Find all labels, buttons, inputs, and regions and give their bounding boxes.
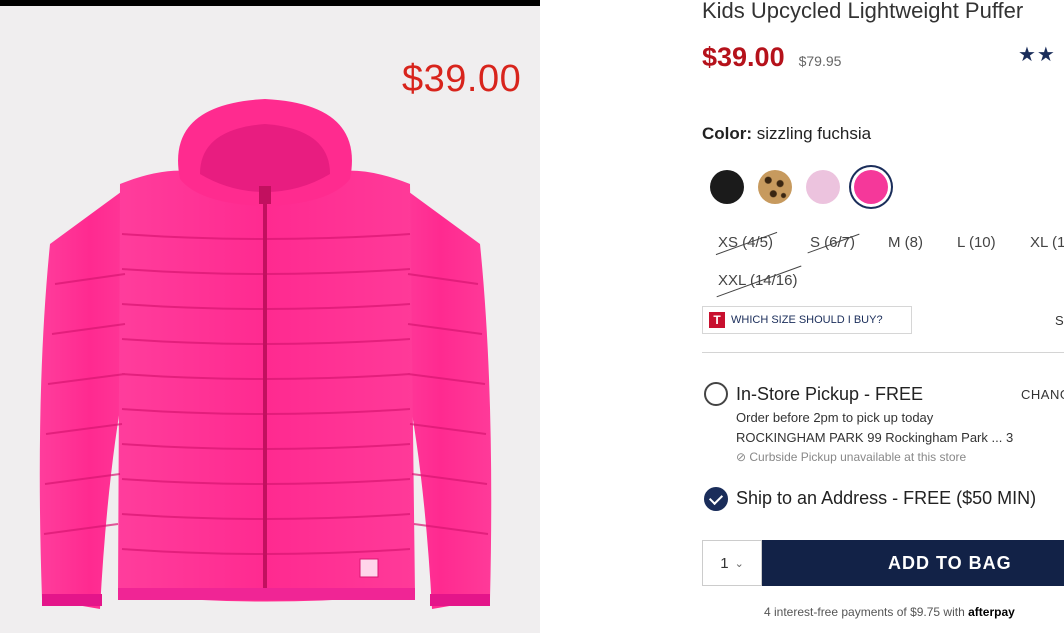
color-label: Color: <box>702 124 753 143</box>
size-xl[interactable]: XL (1 <box>1030 234 1064 251</box>
sale-price: $39.00 <box>702 42 785 72</box>
color-value: sizzling fuchsia <box>756 124 872 143</box>
size-s[interactable]: S (6/7) <box>810 234 855 251</box>
in-store-pickup-radio[interactable] <box>704 382 728 406</box>
true-fit-logo-icon: T <box>709 312 725 328</box>
size-xs[interactable]: XS (4/5) <box>718 234 773 251</box>
rating-stars[interactable]: ★★ <box>1018 42 1056 67</box>
pickup-store: ROCKINGHAM PARK 99 Rockingham Park ... 3 <box>736 430 1014 445</box>
size-l[interactable]: L (10) <box>957 234 996 251</box>
size-xxl[interactable]: XXL (14/16) <box>718 272 798 289</box>
ship-to-address-radio[interactable] <box>704 487 728 511</box>
original-price: $79.95 <box>798 53 842 69</box>
change-store-link[interactable]: CHANG <box>1021 387 1064 402</box>
swatch-leopard[interactable] <box>758 170 792 204</box>
add-to-bag-button[interactable]: ADD TO BAG <box>762 540 1064 586</box>
in-store-pickup-title: In-Store Pickup - FREE <box>736 384 924 404</box>
which-size-button[interactable]: T WHICH SIZE SHOULD I BUY? <box>702 306 912 334</box>
pickup-note: Order before 2pm to pick up today <box>736 410 934 425</box>
afterpay-note: 4 interest-free payments of $9.75 with a… <box>764 605 1015 619</box>
afterpay-logo[interactable]: afterpay <box>968 605 1015 619</box>
pink-puffer-jacket-image[interactable] <box>30 94 500 624</box>
ship-to-address-title: Ship to an Address - FREE ($50 MIN) <box>736 488 1037 508</box>
swatch-black[interactable] <box>710 170 744 204</box>
product-title: Kids Upcycled Lightweight Puffer <box>702 0 1024 23</box>
size-m[interactable]: M (8) <box>888 234 923 251</box>
divider <box>702 352 1064 353</box>
color-selection-label: Color: sizzling fuchsia <box>702 124 871 144</box>
curbside-note: ⊘ Curbside Pickup unavailable at this st… <box>736 450 967 464</box>
swatch-light-pink[interactable] <box>806 170 840 204</box>
which-size-label: WHICH SIZE SHOULD I BUY? <box>731 314 883 326</box>
price-row: $39.00 $79.95 <box>702 42 841 73</box>
afterpay-text: 4 interest-free payments of $9.75 with <box>764 605 965 619</box>
swatch-sizzling-fuchsia[interactable] <box>854 170 888 204</box>
product-image-panel: $39.00 <box>0 6 540 633</box>
chevron-down-icon: ⌄ <box>734 557 744 570</box>
color-swatches <box>710 170 888 204</box>
product-details-panel: Kids Upcycled Lightweight Puffer $39.00 … <box>540 0 1064 633</box>
quantity-select[interactable]: 1 ⌄ <box>702 540 762 586</box>
size-guide-link[interactable]: S <box>1055 313 1064 328</box>
quantity-value: 1 <box>720 554 729 572</box>
